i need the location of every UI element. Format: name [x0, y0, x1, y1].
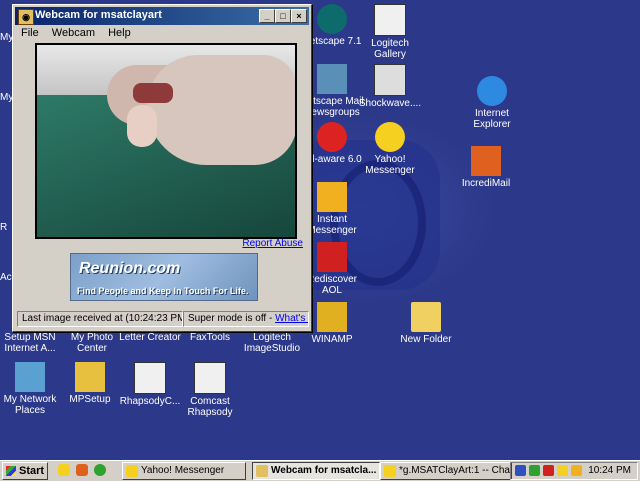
menu-bar: File Webcam Help: [17, 27, 137, 43]
windows-flag-icon: [6, 466, 16, 476]
netscape-icon: [317, 4, 347, 34]
netscape-mail-icon: [317, 64, 347, 94]
gallery-icon: [374, 4, 406, 36]
yahoo-smiley-icon: [384, 465, 396, 477]
tray-security-icon[interactable]: [543, 465, 554, 476]
webcam-icon: ◉: [18, 9, 34, 25]
webcam-icon: [256, 465, 268, 477]
tray-network-icon[interactable]: [529, 465, 540, 476]
comcast-rhapsody-icon: [194, 362, 226, 394]
quicklaunch-mail-icon[interactable]: [76, 464, 88, 476]
system-tray: 10:24 PM: [510, 462, 638, 480]
edge-label: Ac: [0, 272, 12, 283]
ad-logo: Reunion.com: [79, 260, 181, 277]
shockwave-icon: [374, 64, 406, 96]
task-yahoo-messenger[interactable]: Yahoo! Messenger: [122, 462, 246, 480]
network-places-icon: [15, 362, 45, 392]
close-button[interactable]: ×: [291, 9, 307, 23]
title-bar[interactable]: ◉ Webcam for msatclayart _ □ ×: [15, 7, 309, 25]
menu-webcam[interactable]: Webcam: [52, 27, 95, 39]
rhapsody-icon: [134, 362, 166, 394]
aol-icon: [317, 242, 347, 272]
start-button[interactable]: Start: [2, 462, 48, 480]
aim-runner-icon: [317, 182, 347, 212]
webcam-window[interactable]: ◉ Webcam for msatclayart _ □ × File Webc…: [12, 4, 312, 332]
tray-messenger-icon[interactable]: [571, 465, 582, 476]
ad-banner[interactable]: Reunion.com Find People and Keep In Touc…: [70, 253, 258, 301]
folder-icon: [411, 302, 441, 332]
menu-help[interactable]: Help: [108, 27, 131, 39]
yahoo-smiley-icon: [375, 122, 405, 152]
winamp-icon: [317, 302, 347, 332]
desktop-icon-internet-explorer[interactable]: Internet Explorer: [456, 76, 528, 130]
desktop-icon-incredimail[interactable]: IncrediMail: [450, 146, 522, 189]
whats-this-link[interactable]: What's this?: [275, 313, 308, 324]
internet-explorer-icon: [477, 76, 507, 106]
tray-yahoo-icon[interactable]: [557, 465, 568, 476]
ad-aware-icon: [317, 122, 347, 152]
desktop-icon-shockwave[interactable]: Shockwave....: [354, 64, 426, 109]
desktop-icon-yahoo-messenger[interactable]: Yahoo! Messenger: [354, 122, 426, 176]
taskbar: Start Yahoo! Messenger Webcam for msatcl…: [0, 460, 640, 481]
minimize-button[interactable]: _: [259, 9, 275, 23]
envelope-icon: [471, 146, 501, 176]
desktop-icon-logitech-gallery[interactable]: Logitech Gallery: [354, 4, 426, 60]
desktop-icon-logitech-imagestudio[interactable]: Logitech ImageStudio: [236, 332, 308, 354]
desktop-icon-new-folder[interactable]: New Folder: [390, 302, 462, 345]
quicklaunch-media-icon[interactable]: [94, 464, 106, 476]
taskbar-clock[interactable]: 10:24 PM: [588, 465, 631, 476]
desktop: My My R Ac Netscape 7.1 Logitech Gallery…: [0, 0, 640, 460]
mpsetup-icon: [75, 362, 105, 392]
edge-label: R: [0, 222, 8, 233]
task-webcam[interactable]: Webcam for msatcla...: [252, 462, 380, 480]
quicklaunch-yahoo-icon[interactable]: [58, 464, 70, 476]
ad-tagline: Find People and Keep In Touch For Life.: [77, 286, 249, 296]
status-bar: Last image received at (10:24:23 PM) Sup…: [17, 311, 309, 327]
maximize-button[interactable]: □: [275, 9, 291, 23]
report-abuse-link[interactable]: Report Abuse: [242, 238, 303, 249]
webcam-video: [35, 43, 297, 239]
menu-file[interactable]: File: [21, 27, 39, 39]
last-image-status: Last image received at (10:24:23 PM): [17, 311, 183, 327]
task-chat[interactable]: *g.MSATClayArt:1 -- Chat: [380, 462, 512, 480]
yahoo-smiley-icon: [126, 465, 138, 477]
tray-speaker-icon[interactable]: [515, 465, 526, 476]
window-title: Webcam for msatclayart: [35, 9, 162, 21]
desktop-icon-comcast-rhapsody[interactable]: Comcast Rhapsody: [174, 362, 246, 418]
super-mode-status: Super mode is off - What's this?: [183, 311, 309, 327]
